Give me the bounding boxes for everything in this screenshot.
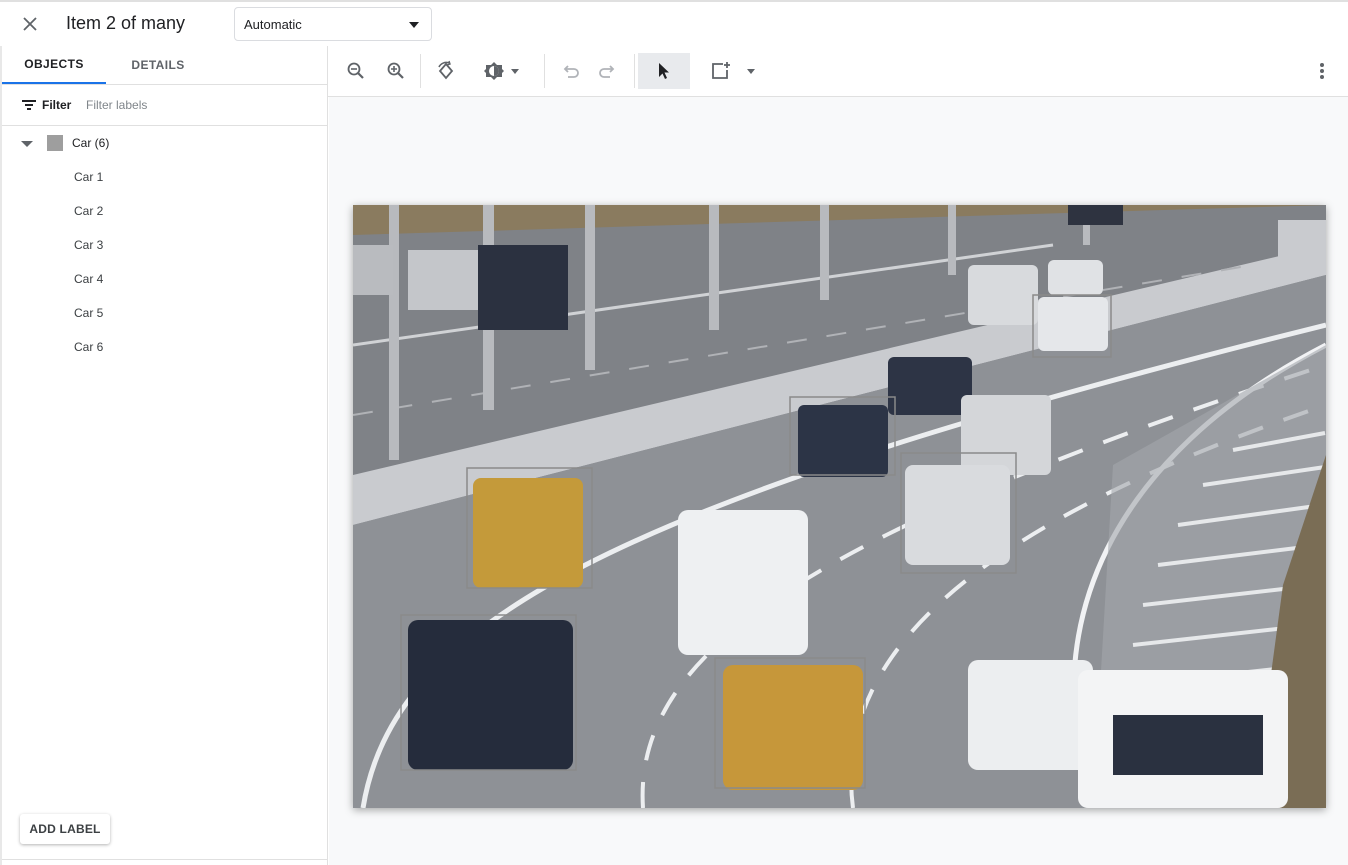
- photo-scene: [353, 205, 1326, 808]
- expand-caret-icon[interactable]: [21, 141, 33, 147]
- zoom-out-icon: [347, 62, 364, 79]
- object-label: Car 3: [74, 238, 104, 252]
- zoom-out-button[interactable]: [340, 55, 372, 87]
- tab-details[interactable]: DETAILS: [106, 46, 210, 84]
- toolbar-divider: [544, 54, 545, 88]
- undo-icon: [563, 65, 579, 78]
- list-item[interactable]: Car 5: [2, 296, 328, 330]
- label-color-swatch: [47, 135, 63, 151]
- chevron-down-icon: [511, 68, 519, 74]
- list-item[interactable]: Car 2: [2, 194, 328, 228]
- list-item[interactable]: Car 4: [2, 262, 328, 296]
- object-label: Car 6: [74, 340, 104, 354]
- chevron-down-icon: [747, 68, 755, 74]
- sidebar: OBJECTS DETAILS Filter Car (6) Car 1 Car…: [0, 46, 328, 865]
- filter-bar: Filter: [2, 85, 328, 126]
- bounding-box-tool-button[interactable]: [702, 55, 762, 87]
- bounding-box-icon: [712, 62, 730, 79]
- filter-icon: [22, 100, 36, 110]
- brightness-icon: [484, 62, 504, 80]
- page-title: Item 2 of many: [66, 13, 186, 33]
- brightness-button[interactable]: [476, 55, 526, 87]
- redo-button[interactable]: [592, 55, 624, 87]
- rotate-icon: [438, 60, 454, 80]
- list-item[interactable]: Car 6: [2, 330, 328, 364]
- toolbar-divider: [634, 54, 635, 88]
- rotate-button[interactable]: [430, 55, 462, 87]
- filter-button[interactable]: Filter: [22, 94, 71, 116]
- header-bar: Item 2 of many Automatic: [0, 0, 1348, 46]
- label-group-name: Car (6): [72, 136, 110, 150]
- object-label: Car 4: [74, 272, 104, 286]
- label-group-car[interactable]: Car (6): [2, 126, 328, 160]
- select-tool-button[interactable]: [638, 53, 690, 89]
- toolbar-divider: [420, 54, 421, 88]
- image-toolbar: [328, 46, 1348, 97]
- object-label: Car 2: [74, 204, 104, 218]
- zoom-in-icon: [387, 62, 404, 79]
- mode-select[interactable]: Automatic: [234, 7, 432, 41]
- tab-objects[interactable]: OBJECTS: [2, 46, 106, 84]
- add-label-button[interactable]: ADD LABEL: [20, 814, 110, 844]
- chevron-down-icon: [409, 22, 419, 28]
- object-list: Car 1 Car 2 Car 3 Car 4 Car 5 Car 6: [2, 160, 328, 364]
- list-item[interactable]: Car 1: [2, 160, 328, 194]
- mode-select-value: Automatic: [244, 17, 302, 32]
- more-vert-icon: [1320, 63, 1324, 79]
- more-options-button[interactable]: [1306, 55, 1338, 87]
- object-label: Car 5: [74, 306, 104, 320]
- list-item[interactable]: Car 3: [2, 228, 328, 262]
- object-label: Car 1: [74, 170, 104, 184]
- close-icon: [23, 17, 37, 31]
- filter-label: Filter: [42, 98, 72, 112]
- annotation-canvas[interactable]: [329, 97, 1348, 865]
- sidebar-tabs: OBJECTS DETAILS: [2, 46, 328, 85]
- zoom-in-button[interactable]: [380, 55, 412, 87]
- filter-labels-input[interactable]: [86, 95, 286, 115]
- redo-icon: [599, 65, 615, 78]
- road-traffic-photo[interactable]: [353, 205, 1326, 808]
- close-button[interactable]: [16, 10, 44, 38]
- divider: [2, 859, 328, 860]
- undo-button[interactable]: [554, 55, 586, 87]
- pointer-icon: [659, 63, 669, 79]
